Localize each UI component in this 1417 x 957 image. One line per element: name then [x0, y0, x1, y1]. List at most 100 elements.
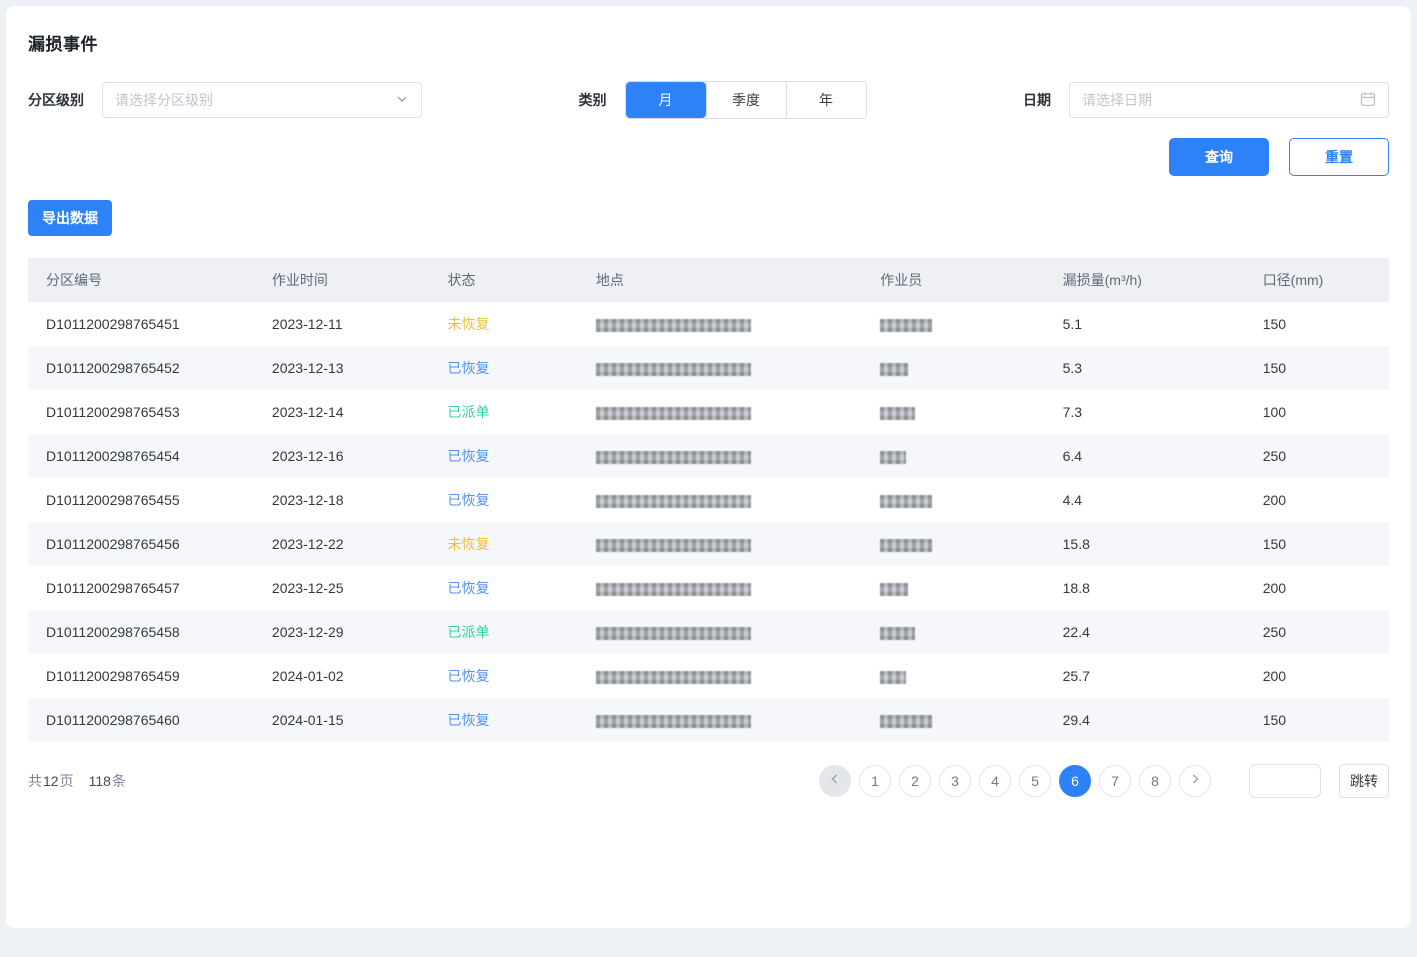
table-row: D10112002987654572023-12-25已恢复18.8200 [28, 566, 1389, 610]
date-picker[interactable] [1069, 82, 1389, 118]
cell-work-time: 2023-12-16 [254, 434, 430, 478]
page-button-2[interactable]: 2 [899, 765, 931, 797]
cell-diameter: 100 [1245, 390, 1389, 434]
cell-location-redacted [578, 610, 862, 654]
pagination: 共12页118条 12345678 跳转 [28, 764, 1389, 798]
leak-events-card: 漏损事件 分区级别 请选择分区级别 类别 月季度年 日期 [6, 6, 1411, 928]
level-select[interactable]: 请选择分区级别 [102, 82, 422, 118]
cell-status: 已恢复 [429, 654, 577, 698]
cell-diameter: 250 [1245, 434, 1389, 478]
category-option-月[interactable]: 月 [626, 82, 706, 118]
table-row: D10112002987654532023-12-14已派单7.3100 [28, 390, 1389, 434]
pagination-controls: 12345678 跳转 [819, 764, 1389, 798]
cell-work-time: 2023-12-22 [254, 522, 430, 566]
page-button-7[interactable]: 7 [1099, 765, 1131, 797]
column-header: 口径(mm) [1245, 258, 1389, 302]
cell-leakage: 6.4 [1045, 434, 1245, 478]
next-page-button[interactable] [1179, 765, 1211, 797]
column-header: 作业员 [862, 258, 1044, 302]
cell-diameter: 150 [1245, 346, 1389, 390]
cell-operator-redacted [862, 478, 1044, 522]
redacted-text [880, 451, 906, 464]
table-row: D10112002987654552023-12-18已恢复4.4200 [28, 478, 1389, 522]
cell-partition-id: D1011200298765454 [28, 434, 254, 478]
redacted-text [880, 583, 908, 596]
date-input[interactable] [1082, 92, 1360, 108]
filter-row: 分区级别 请选择分区级别 类别 月季度年 日期 [28, 81, 1389, 119]
table-row: D10112002987654602024-01-15已恢复29.4150 [28, 698, 1389, 742]
category-segmented-control: 月季度年 [625, 81, 867, 119]
cell-leakage: 25.7 [1045, 654, 1245, 698]
cell-operator-redacted [862, 390, 1044, 434]
cell-partition-id: D1011200298765458 [28, 610, 254, 654]
calendar-icon [1360, 91, 1376, 110]
table-row: D10112002987654542023-12-16已恢复 6.4250 [28, 434, 1389, 478]
cell-location-redacted [578, 478, 862, 522]
table-header: 分区编号作业时间状态地点作业员漏损量(m³/h)口径(mm) [28, 258, 1389, 302]
chevron-left-icon [828, 772, 842, 791]
cell-leakage: 7.3 [1045, 390, 1245, 434]
cell-operator-redacted [862, 698, 1044, 742]
page-button-3[interactable]: 3 [939, 765, 971, 797]
cell-operator-redacted [862, 566, 1044, 610]
redacted-text [596, 451, 751, 464]
cell-status: 已恢复 [429, 434, 577, 478]
cell-operator-redacted [862, 654, 1044, 698]
cell-status: 已恢复 [429, 566, 577, 610]
cell-operator-redacted [862, 610, 1044, 654]
cell-status: 已恢复 [429, 346, 577, 390]
cell-status: 已派单 [429, 390, 577, 434]
filter-group-date: 日期 [1023, 82, 1389, 118]
redacted-text [880, 671, 906, 684]
page-jump-button[interactable]: 跳转 [1339, 764, 1389, 798]
redacted-text [880, 363, 908, 376]
table-row: D10112002987654562023-12-22未恢复15.8150 [28, 522, 1389, 566]
column-header: 地点 [578, 258, 862, 302]
redacted-text [880, 627, 915, 640]
category-option-季度[interactable]: 季度 [706, 82, 786, 118]
column-header: 分区编号 [28, 258, 254, 302]
cell-leakage: 22.4 [1045, 610, 1245, 654]
cell-location-redacted [578, 566, 862, 610]
cell-location-redacted [578, 390, 862, 434]
redacted-text [596, 671, 751, 684]
cell-leakage: 5.3 [1045, 346, 1245, 390]
cell-leakage: 29.4 [1045, 698, 1245, 742]
cell-partition-id: D1011200298765452 [28, 346, 254, 390]
page-button-1[interactable]: 1 [859, 765, 891, 797]
cell-leakage: 18.8 [1045, 566, 1245, 610]
page-button-4[interactable]: 4 [979, 765, 1011, 797]
cell-status: 已恢复 [429, 478, 577, 522]
page-button-5[interactable]: 5 [1019, 765, 1051, 797]
cell-location-redacted [578, 522, 862, 566]
cell-partition-id: D1011200298765455 [28, 478, 254, 522]
page-title: 漏损事件 [28, 30, 1389, 55]
cell-diameter: 150 [1245, 522, 1389, 566]
prev-page-button[interactable] [819, 765, 851, 797]
page-button-6[interactable]: 6 [1059, 765, 1091, 797]
redacted-text [880, 715, 932, 728]
reset-button[interactable]: 重置 [1289, 138, 1389, 176]
cell-location-redacted [578, 346, 862, 390]
cell-operator-redacted [862, 302, 1044, 346]
redacted-text [596, 583, 751, 596]
cell-partition-id: D1011200298765459 [28, 654, 254, 698]
export-data-button[interactable]: 导出数据 [28, 200, 112, 236]
cell-location-redacted [578, 698, 862, 742]
cell-diameter: 150 [1245, 698, 1389, 742]
cell-partition-id: D1011200298765457 [28, 566, 254, 610]
table-row: D10112002987654522023-12-13已恢复5.3150 [28, 346, 1389, 390]
cell-partition-id: D1011200298765460 [28, 698, 254, 742]
pagination-summary: 共12页118条 [28, 771, 126, 791]
category-option-年[interactable]: 年 [786, 82, 866, 118]
level-select-placeholder: 请选择分区级别 [115, 90, 213, 110]
redacted-text [596, 319, 751, 332]
cell-location-redacted [578, 434, 862, 478]
search-button[interactable]: 查询 [1169, 138, 1269, 176]
cell-location-redacted [578, 654, 862, 698]
redacted-text [880, 319, 932, 332]
page-jump-input[interactable] [1249, 764, 1321, 798]
page-button-8[interactable]: 8 [1139, 765, 1171, 797]
cell-work-time: 2023-12-11 [254, 302, 430, 346]
cell-diameter: 150 [1245, 302, 1389, 346]
